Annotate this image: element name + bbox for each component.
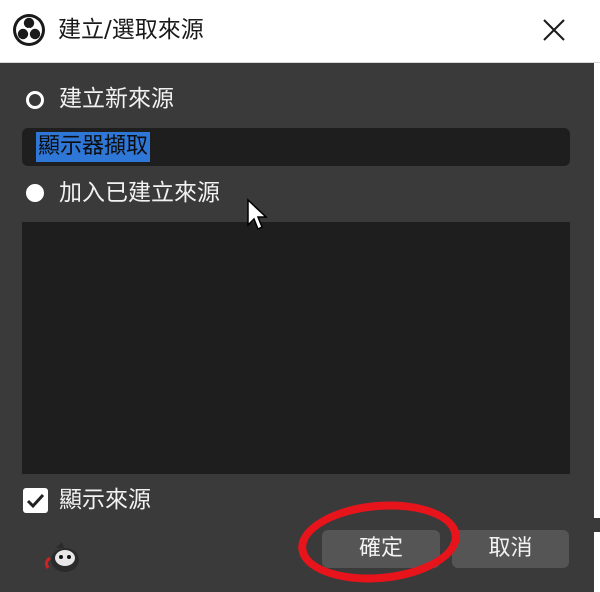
existing-sources-list[interactable] — [22, 222, 570, 474]
title-bar: 建立/選取來源 — [0, 0, 600, 63]
obs-logo-icon — [13, 14, 45, 46]
close-icon[interactable] — [532, 10, 576, 50]
create-new-label: 建立新來源 — [59, 86, 174, 112]
create-new-radio[interactable] — [26, 91, 44, 109]
visible-label: 顯示來源 — [59, 487, 151, 513]
window-title: 建立/選取來源 — [58, 17, 204, 43]
cancel-button[interactable]: 取消 — [452, 530, 569, 568]
source-name-input[interactable]: 顯示器擷取 — [22, 128, 570, 166]
ok-button[interactable]: 確定 — [322, 530, 440, 568]
source-name-value: 顯示器擷取 — [36, 132, 151, 162]
mascot-icon — [44, 542, 79, 572]
add-existing-radio[interactable] — [26, 184, 44, 202]
add-existing-label: 加入已建立來源 — [59, 180, 220, 206]
visible-checkbox[interactable] — [23, 488, 48, 513]
window-edge — [594, 63, 600, 592]
